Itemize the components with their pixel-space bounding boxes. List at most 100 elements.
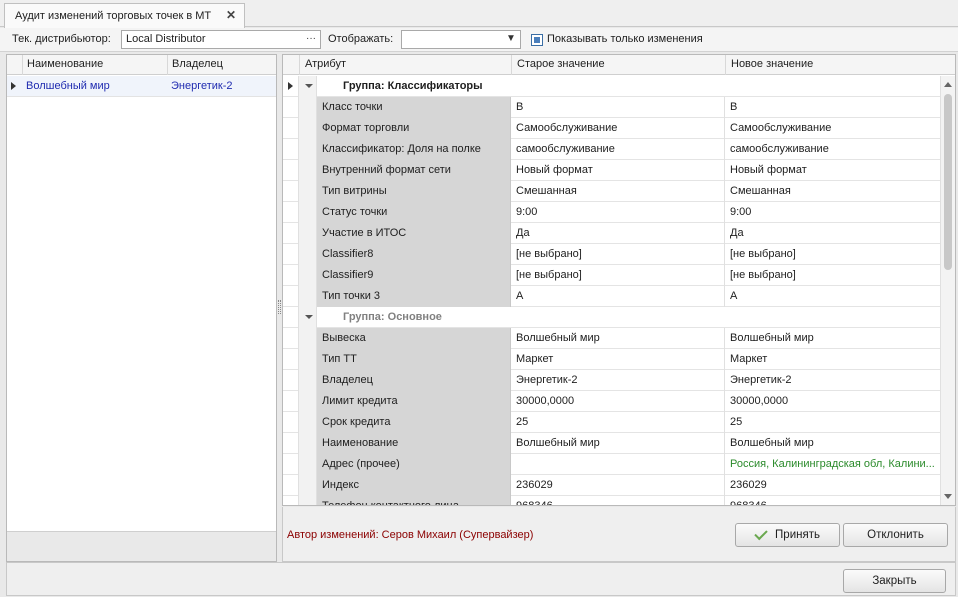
table-row[interactable]: Тип точки 3AA (283, 286, 941, 307)
row-indicator-cell (283, 181, 299, 202)
table-row[interactable]: Волшебный мир Энергетик-2 (7, 76, 276, 97)
row-indicator-cell (283, 76, 299, 97)
table-row[interactable]: Статус точки 9:00 9:00 (283, 202, 941, 223)
new-value-cell: [не выбрано] (730, 248, 796, 260)
new-value-cell: Волшебный мир (730, 332, 814, 344)
collapse-icon[interactable] (305, 84, 313, 88)
decline-label: Отклонить (867, 529, 924, 541)
vertical-scrollbar[interactable] (940, 76, 955, 505)
old-value-cell: Смешанная (511, 181, 725, 202)
collapse-icon[interactable] (305, 315, 313, 319)
new-value-cell: 968346 (730, 500, 767, 506)
table-row[interactable]: Участие в ИТОС Да Да (283, 223, 941, 244)
row-indicator-cell (283, 118, 299, 139)
outlets-grid: Наименование Владелец Волшебный мир Энер… (6, 54, 277, 562)
scroll-down-icon[interactable] (944, 494, 952, 499)
table-row[interactable]: Classifier8 [не выбрано] [не выбрано] (283, 244, 941, 265)
new-value-cell: [не выбрано] (730, 269, 796, 281)
table-row[interactable]: Classifier9 [не выбрано] [не выбрано] (283, 265, 941, 286)
table-row[interactable]: Тип ТТ Маркет Маркет (283, 349, 941, 370)
chevron-down-icon[interactable]: ▼ (502, 31, 520, 48)
new-value-cell: Да (730, 227, 744, 239)
group-gutter (299, 118, 317, 139)
table-row[interactable]: Лимит кредита 30000,0000 30000,0000 (283, 391, 941, 412)
table-row[interactable]: Срок кредита 25 25 (283, 412, 941, 433)
group-row[interactable]: Группа: Классификаторы (283, 76, 941, 97)
accept-button[interactable]: Принять (735, 523, 840, 547)
table-row[interactable]: Индекс 236029 236029 (283, 475, 941, 496)
old-value-cell: Самообслуживание (511, 118, 725, 139)
old-value-cell (511, 454, 725, 475)
close-icon[interactable]: ✕ (224, 8, 238, 22)
group-gutter (299, 412, 317, 433)
group-gutter (299, 265, 317, 286)
new-value-cell: Смешанная (730, 185, 791, 197)
table-row[interactable]: Наименование Волшебный мир Волшебный мир (283, 433, 941, 454)
column-header-new-value[interactable]: Новое значение (725, 55, 941, 75)
row-indicator-cell (283, 160, 299, 181)
close-label: Закрыть (872, 575, 917, 587)
outlet-owner: Энергетик-2 (171, 80, 233, 92)
old-value-cell: A (511, 286, 725, 307)
new-value-cell: A (730, 290, 738, 302)
group-row[interactable]: Группа: Основное (283, 307, 941, 328)
close-button[interactable]: Закрыть (843, 569, 946, 593)
attribute-cell: Наименование (317, 433, 511, 454)
group-gutter (299, 349, 317, 370)
outlets-grid-header: Наименование Владелец (7, 55, 276, 75)
decline-button[interactable]: Отклонить (843, 523, 948, 547)
table-row[interactable]: Владелец Энергетик-2 Энергетик-2 (283, 370, 941, 391)
attribute-cell: Срок кредита (317, 412, 511, 433)
outlet-name: Волшебный мир (26, 80, 110, 92)
table-row[interactable]: Класс точки B B (283, 97, 941, 118)
old-value-cell: [не выбрано] (511, 265, 725, 286)
attribute-cell: Лимит кредита (317, 391, 511, 412)
tab-strip: Аудит изменений торговых точек в МТ ✕ (0, 0, 958, 28)
attribute-cell: Индекс (317, 475, 511, 496)
column-header-attribute[interactable]: Атрибут (299, 55, 511, 75)
column-header-old-value[interactable]: Старое значение (511, 55, 725, 75)
old-value-cell: 9:00 (511, 202, 725, 223)
distributor-field[interactable]: Local Distributor ··· (121, 30, 321, 49)
attribute-cell: Тип точки 3 (317, 286, 511, 307)
table-row[interactable]: Тип витрины Смешанная Смешанная (283, 181, 941, 202)
author-label: Автор изменений: Серов Михаил (Супервайз… (287, 529, 534, 541)
group-title: Группа: Классификаторы (343, 80, 483, 92)
row-indicator-cell (283, 454, 299, 475)
splitter-handle[interactable] (278, 300, 281, 314)
attribute-cell: Телефон контактного лица (317, 496, 511, 505)
outlets-grid-footer (7, 531, 276, 561)
scroll-up-icon[interactable] (944, 82, 952, 87)
distributor-value: Local Distributor (126, 33, 206, 45)
group-title: Группа: Основное (343, 311, 442, 323)
display-select[interactable]: ▼ (401, 30, 521, 49)
old-value-cell: Волшебный мир (511, 433, 725, 454)
attribute-cell: Статус точки (317, 202, 511, 223)
new-value-cell: Маркет (730, 353, 768, 365)
table-row[interactable]: Вывеска Волшебный мир Волшебный мир (283, 328, 941, 349)
audit-grid-body: Группа: Классификаторы Класс точки B B Форма… (283, 76, 941, 506)
action-bar: Автор изменений: Серов Михаил (Супервайз… (282, 507, 956, 562)
column-header-owner[interactable]: Владелец (167, 55, 276, 75)
tab-audit[interactable]: Аудит изменений торговых точек в МТ ✕ (4, 3, 245, 28)
only-changes-checkbox[interactable] (531, 34, 543, 46)
column-header-name[interactable]: Наименование (22, 55, 167, 75)
table-row[interactable]: Телефон контактного лица 968346 968346 (283, 496, 941, 506)
row-indicator-cell (283, 370, 299, 391)
table-row[interactable]: Формат торговли Самообслуживание Самообслу… (283, 118, 941, 139)
table-row[interactable]: Классификатор: Доля на полке самообслужив… (283, 139, 941, 160)
old-value-cell: 25 (511, 412, 725, 433)
group-gutter (299, 244, 317, 265)
new-value-cell: Самообслуживание (730, 122, 832, 134)
attribute-cell: Classifier8 (317, 244, 511, 265)
attribute-cell: Адрес (прочее) (317, 454, 511, 475)
group-gutter (299, 328, 317, 349)
row-indicator-icon (11, 82, 16, 90)
table-row[interactable]: Внутренний формат сети Новый формат Новый … (283, 160, 941, 181)
scroll-thumb[interactable] (944, 94, 952, 270)
group-gutter (299, 433, 317, 454)
table-row[interactable]: Адрес (прочее) Россия, Калининградская об… (283, 454, 941, 475)
attribute-cell: Классификатор: Доля на полке (317, 139, 511, 160)
ellipsis-icon[interactable]: ··· (302, 31, 320, 48)
window-footer: Закрыть (6, 562, 956, 596)
